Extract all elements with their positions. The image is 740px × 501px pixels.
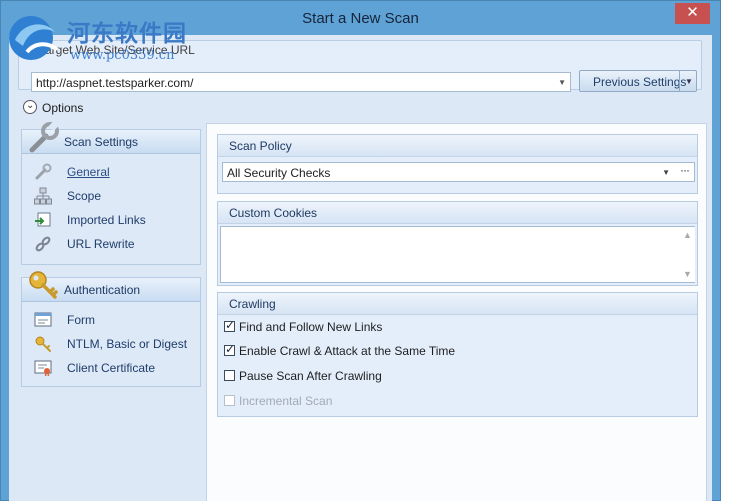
chevron-down-icon: ⌄ [26, 100, 35, 111]
nav-item-label: General [67, 165, 110, 179]
nav-item-label: Form [67, 313, 95, 327]
crawl-attack-same-time-option[interactable]: Enable Crawl & Attack at the Same Time [224, 342, 624, 359]
crawling-title: Crawling [229, 297, 276, 311]
custom-cookies-group: Custom Cookies ▲ ▼ [217, 201, 698, 286]
custom-cookies-header: Custom Cookies [218, 202, 697, 224]
key-icon [35, 336, 51, 352]
scan-policy-header: Scan Policy [218, 135, 697, 157]
general-settings-content: Scan Policy All Security Checks ▼ ··· Cu… [206, 123, 707, 501]
nav-item-label: URL Rewrite [67, 237, 135, 251]
authentication-panel: Authentication Form NTLM, Basic or Diges… [21, 271, 201, 387]
more-options-button[interactable]: ··· [680, 163, 690, 177]
find-follow-links-checkbox[interactable] [224, 318, 235, 332]
chevron-down-icon[interactable]: ▼ [558, 78, 566, 87]
nav-item-client-certificate[interactable]: Client Certificate [34, 358, 199, 378]
nav-item-general[interactable]: General [34, 162, 199, 182]
nav-item-url-rewrite[interactable]: URL Rewrite [34, 234, 199, 254]
incremental-scan-label: Incremental Scan [239, 394, 333, 408]
cookies-scrollbar[interactable]: ▲ ▼ [679, 227, 695, 282]
wrench-icon [29, 121, 59, 153]
custom-cookies-textarea[interactable] [220, 226, 695, 283]
certificate-icon [34, 360, 52, 377]
nav-item-imported-links[interactable]: Imported Links [34, 210, 199, 230]
nav-item-scope[interactable]: Scope [34, 186, 199, 206]
scroll-down-icon[interactable]: ▼ [683, 269, 692, 279]
link-gear-icon [35, 236, 51, 252]
nav-item-label: Client Certificate [67, 361, 156, 375]
sitemap-icon [34, 187, 52, 205]
crawl-attack-same-time-checkbox[interactable] [224, 342, 235, 356]
chevron-down-icon: ▼ [685, 77, 693, 86]
nav-item-label: Scope [67, 189, 102, 203]
target-url-input[interactable]: http://aspnet.testsparker.com/ ▼ [31, 72, 571, 92]
previous-settings-label: Previous Settings [593, 75, 687, 89]
pause-after-crawling-label: Pause Scan After Crawling [239, 369, 382, 383]
incremental-scan-checkbox [224, 395, 235, 406]
crawling-header: Crawling [218, 293, 697, 315]
window-frame: Start a New Scan ✕ Target Web Site/Servi… [0, 0, 721, 501]
scan-policy-title: Scan Policy [229, 139, 292, 153]
nav-item-ntlm[interactable]: NTLM, Basic or Digest [34, 334, 199, 354]
watermark-logo-icon [9, 16, 59, 60]
find-follow-links-label: Find and Follow New Links [239, 320, 383, 334]
form-icon [34, 312, 52, 327]
wrench-icon [35, 163, 52, 180]
pause-after-crawling-option[interactable]: Pause Scan After Crawling [224, 368, 624, 384]
incremental-scan-option: Incremental Scan [224, 393, 624, 409]
nav-item-form[interactable]: Form [34, 310, 199, 330]
crawling-group: Crawling Find and Follow New Links Enabl… [217, 292, 698, 417]
scan-settings-title: Scan Settings [64, 135, 139, 149]
options-label[interactable]: Options [42, 101, 83, 115]
dialog-client-area: Target Web Site/Service URL http://aspne… [9, 35, 712, 501]
chevron-down-icon[interactable]: ▼ [662, 168, 670, 177]
scan-policy-value: All Security Checks [227, 166, 331, 180]
scan-policy-group: Scan Policy All Security Checks ▼ ··· [217, 134, 698, 194]
find-follow-links-option[interactable]: Find and Follow New Links [224, 318, 624, 335]
authentication-header[interactable]: Authentication [22, 271, 200, 302]
watermark-url: www.pc0359.cn [70, 48, 175, 63]
previous-settings-dropdown[interactable]: ▼ [679, 71, 696, 91]
scan-settings-header[interactable]: Scan Settings [22, 121, 200, 154]
target-url-value: http://aspnet.testsparker.com/ [36, 76, 194, 90]
import-icon [35, 212, 51, 227]
custom-cookies-title: Custom Cookies [229, 206, 318, 220]
background-edge [721, 0, 740, 501]
authentication-title: Authentication [64, 283, 141, 297]
key-icon [29, 271, 58, 299]
previous-settings-button[interactable]: Previous Settings ▼ [579, 70, 697, 92]
pause-after-crawling-checkbox[interactable] [224, 370, 235, 381]
close-button[interactable]: ✕ [675, 3, 710, 24]
nav-item-label: NTLM, Basic or Digest [67, 337, 188, 351]
watermark: 河东软件园 www.pc0359.cn [5, 12, 205, 68]
options-collapse-toggle[interactable]: ⌄ [23, 100, 37, 114]
nav-item-label: Imported Links [67, 213, 146, 227]
scroll-up-icon[interactable]: ▲ [683, 230, 692, 240]
watermark-text: 河东软件园 [67, 20, 187, 47]
scan-policy-select[interactable]: All Security Checks ▼ ··· [222, 162, 695, 182]
scan-settings-panel: Scan Settings General Scope Imported Lin… [21, 121, 201, 265]
crawl-attack-same-time-label: Enable Crawl & Attack at the Same Time [239, 344, 456, 358]
